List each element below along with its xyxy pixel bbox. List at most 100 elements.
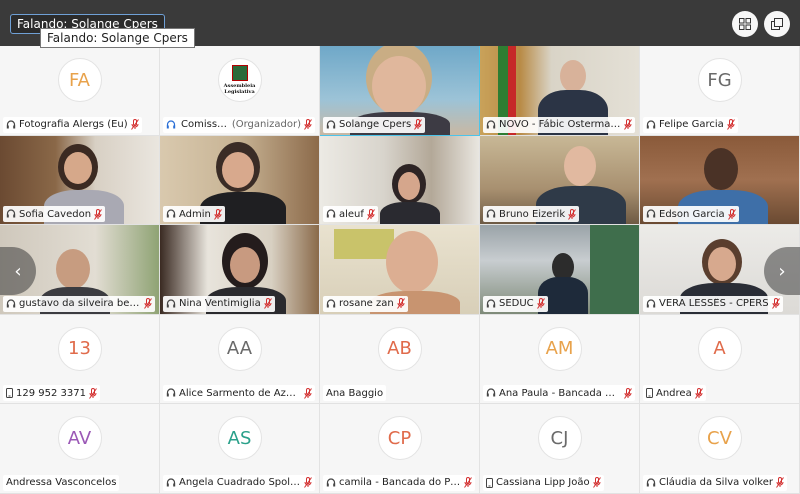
participant-label: Comissão ... (Organizador)	[163, 116, 315, 133]
participant-avatar: A	[697, 326, 742, 371]
participant-label: Andrea	[643, 385, 706, 402]
participant-tile[interactable]: AV Andressa Vasconcelos	[0, 404, 160, 494]
participant-tile[interactable]: AM Ana Paula - Bancada MDB	[480, 314, 640, 405]
participant-tile[interactable]: rosane zan	[320, 225, 480, 315]
mic-muted-icon	[304, 387, 312, 399]
mic-muted-icon	[727, 208, 736, 220]
phone-icon	[6, 388, 13, 399]
headset-icon	[486, 120, 496, 130]
popout-button[interactable]	[764, 11, 790, 37]
participant-avatar: FG	[697, 58, 742, 102]
participant-label: aleuf	[323, 206, 378, 223]
headset-icon	[646, 299, 656, 309]
participant-name: gustavo da silveira becker	[19, 298, 141, 310]
mic-muted-icon	[367, 208, 375, 220]
participant-avatar: AV	[57, 416, 102, 461]
participant-tile[interactable]: AS Angela Cuadrado Spolid...	[160, 404, 320, 494]
participant-tile[interactable]: Solange Cpers	[320, 46, 480, 136]
grid-view-button[interactable]	[732, 11, 758, 37]
popout-icon	[771, 18, 783, 30]
participant-name: Bruno Eizerik	[499, 208, 566, 220]
participant-avatar: CJ	[537, 416, 582, 461]
headset-icon	[166, 388, 176, 398]
participant-name: camila - Bancada do Pro...	[339, 477, 461, 489]
participant-tile[interactable]: CJ Cassiana Lipp João	[480, 404, 640, 494]
participant-name: Comissão ...	[181, 119, 229, 131]
participant-tile[interactable]: A Andrea	[640, 314, 800, 405]
headset-icon	[166, 478, 176, 488]
headset-icon	[166, 209, 176, 219]
phone-icon	[646, 388, 653, 399]
participant-name: SEDUC	[499, 298, 534, 310]
participant-tile[interactable]: CV Cláudia da Silva volker	[640, 404, 800, 494]
mic-muted-icon	[568, 208, 577, 220]
headset-icon	[486, 209, 496, 219]
participant-tile[interactable]: Admin	[160, 135, 320, 226]
participant-name: Admin	[179, 208, 211, 220]
mic-muted-icon	[304, 477, 312, 489]
participant-tile[interactable]: AB Ana Baggio	[320, 314, 480, 405]
participant-label: gustavo da silveira becker	[3, 295, 155, 312]
participant-label: Felipe Garcia	[643, 116, 738, 133]
mic-muted-icon	[624, 119, 632, 130]
mic-muted-icon	[396, 298, 405, 310]
mic-muted-icon	[592, 477, 601, 489]
participant-name: Andrea	[656, 387, 692, 399]
participant-name: NOVO - Fábic Ostermann	[499, 119, 621, 131]
participant-tile[interactable]: Edson Garcia	[640, 135, 800, 226]
participant-avatar: FA	[57, 58, 102, 102]
participant-tile[interactable]: AA Alice Sarmento de Azeve...	[160, 314, 320, 405]
participant-role: (Organizador)	[231, 119, 301, 131]
participant-tile[interactable]: aleuf	[320, 135, 480, 226]
participant-name: Ana Baggio	[326, 387, 384, 399]
mic-muted-icon	[624, 387, 632, 399]
mic-muted-icon	[694, 387, 703, 399]
participant-name: Edson Garcia	[659, 208, 725, 220]
participant-avatar: AA	[217, 326, 262, 371]
participant-label: SEDUC	[483, 295, 548, 312]
participant-name: Nina Ventimiglia	[179, 298, 261, 310]
headset-icon	[646, 120, 656, 130]
participant-tile[interactable]: SEDUC	[480, 225, 640, 315]
mic-muted-icon	[263, 298, 272, 310]
participant-label: 129 952 3371	[3, 385, 100, 402]
participant-label: VERA LESSÊS - CPERS	[643, 295, 783, 312]
participant-tile[interactable]: NOVO - Fábic Ostermann	[480, 46, 640, 136]
participant-tile[interactable]: CP camila - Bancada do Pro...	[320, 404, 480, 494]
participant-tile[interactable]: 13 129 952 3371	[0, 314, 160, 405]
participant-name: aleuf	[339, 208, 364, 220]
mic-muted-icon	[536, 298, 545, 310]
headset-icon	[326, 478, 336, 488]
mic-muted-icon	[726, 119, 735, 130]
participant-label: Alice Sarmento de Azeve...	[163, 385, 315, 402]
participant-avatar: AS	[217, 416, 262, 461]
participant-avatar: AM	[537, 326, 582, 371]
participant-tile[interactable]: Bruno Eizerik	[480, 135, 640, 226]
mic-muted-icon	[464, 477, 472, 489]
headset-icon	[326, 209, 336, 219]
participant-label: Fotografia Alergs (Eu)	[3, 116, 142, 133]
headset-icon	[486, 388, 496, 398]
participant-tile[interactable]: Sofia Cavedon	[0, 135, 160, 226]
participant-tile[interactable]: FG Felipe Garcia	[640, 46, 800, 136]
participant-name: Fotografia Alergs (Eu)	[19, 119, 128, 131]
participant-name: Angela Cuadrado Spolid...	[179, 477, 301, 489]
participant-avatar: 13	[57, 326, 102, 371]
participant-name: Sofia Cavedon	[19, 208, 92, 220]
headset-icon	[326, 299, 336, 309]
headset-sync-icon	[166, 120, 178, 130]
participant-tile[interactable]: Nina Ventimiglia	[160, 225, 320, 315]
mic-muted-icon	[776, 477, 784, 489]
participant-tile[interactable]: FA Fotografia Alergs (Eu)	[0, 46, 160, 136]
participant-name: Cassiana Lipp João	[496, 477, 590, 489]
mic-muted-icon	[89, 387, 97, 399]
participant-label: Edson Garcia	[643, 206, 739, 223]
speaker-tooltip: Falando: Solange Cpers	[40, 28, 195, 48]
mic-muted-icon	[144, 298, 152, 310]
chevron-left-icon: ‹	[14, 260, 22, 282]
mic-muted-icon	[94, 208, 102, 220]
participant-tile[interactable]: Assembleia Legislativa Comissão ... (Org…	[160, 46, 320, 136]
chevron-right-icon: ›	[778, 260, 786, 282]
participant-avatar: CP	[377, 416, 422, 461]
headset-icon	[646, 209, 656, 219]
